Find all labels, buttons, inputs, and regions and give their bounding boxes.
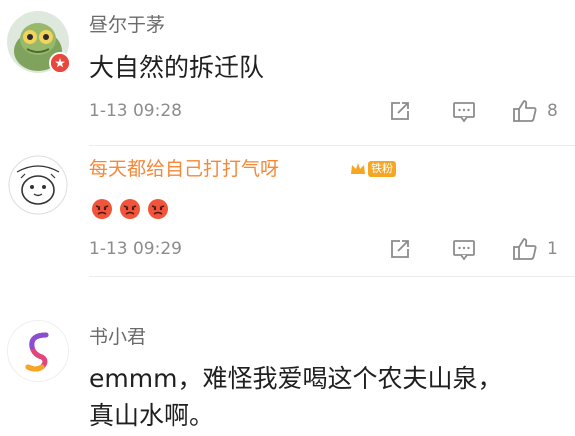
like-count: 1 [547, 239, 558, 259]
comment-item: 昼尔于茅 大自然的拆迁队 1-13 09:28 8 [0, 0, 575, 146]
comment-username[interactable]: 书小君 [89, 325, 146, 349]
comment-username[interactable]: 每天都给自己打打气呀 [89, 157, 279, 181]
comment-text-line: emmm，难怪我爱喝这个农夫山泉， [89, 364, 503, 393]
like-count: 8 [547, 101, 558, 121]
comment-timestamp: 1-13 09:28 [89, 101, 182, 121]
avatar[interactable] [7, 154, 69, 216]
angry-face-emoji [119, 198, 141, 220]
avatar[interactable] [7, 320, 69, 382]
thumbs-up-icon[interactable] [510, 96, 540, 126]
comment-item: 每天都给自己打打气呀 铁粉 1-13 09:29 1 [0, 146, 575, 277]
comment-icon[interactable] [449, 234, 479, 264]
comment-username[interactable]: 昼尔于茅 [89, 13, 165, 37]
fan-badge-label: 铁粉 [368, 161, 396, 177]
vip-badge-icon [49, 52, 71, 74]
thumbs-up-icon[interactable] [510, 234, 540, 264]
crown-icon [351, 163, 365, 174]
comment-text-line: 真山水啊。 [89, 401, 215, 430]
fan-badge: 铁粉 [349, 160, 396, 178]
comment-timestamp: 1-13 09:29 [89, 239, 182, 259]
comment-icon[interactable] [449, 96, 479, 126]
angry-face-emoji [91, 198, 113, 220]
repost-icon[interactable] [385, 234, 415, 264]
angry-face-emoji [147, 198, 169, 220]
comment-item: 书小君 emmm，难怪我爱喝这个农夫山泉， 真山水啊。 [0, 276, 575, 431]
repost-icon[interactable] [385, 96, 415, 126]
comment-text: 大自然的拆迁队 [89, 53, 265, 82]
